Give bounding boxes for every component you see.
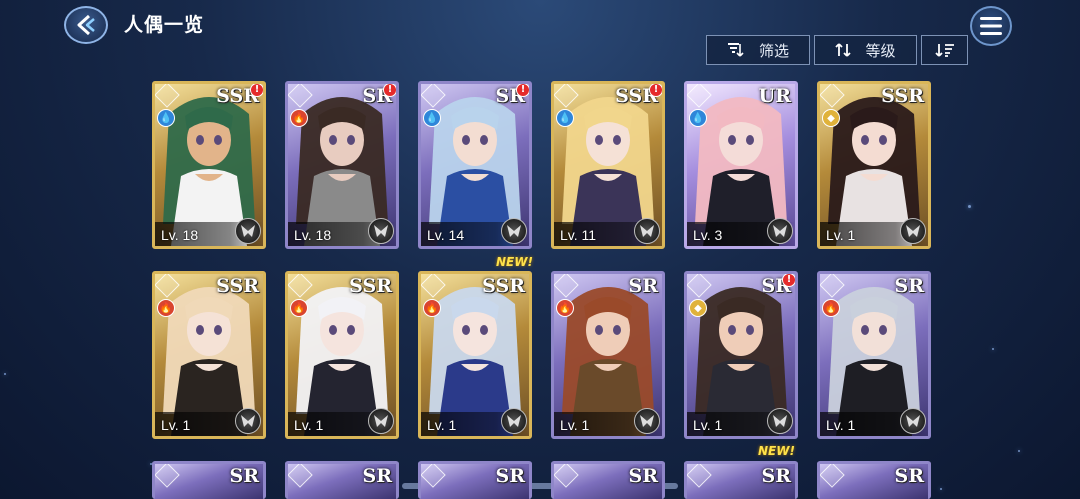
filter-icon bbox=[727, 43, 744, 57]
level-label: Lv. 14 bbox=[427, 227, 465, 243]
class-badge-icon bbox=[501, 408, 527, 434]
level-label: Lv. 1 bbox=[826, 227, 856, 243]
crest-icon bbox=[820, 464, 845, 488]
crest-icon bbox=[554, 464, 579, 488]
rarity-label: SSR bbox=[482, 275, 525, 297]
class-badge-icon bbox=[634, 218, 660, 244]
character-card[interactable]: ◆ SR ! Lv. 1 bbox=[684, 271, 798, 439]
character-card[interactable]: 💧 UR Lv. 3 bbox=[684, 81, 798, 249]
fire-element-icon: 🔥 bbox=[157, 299, 175, 317]
character-card[interactable]: SR bbox=[551, 461, 665, 499]
level-label: Lv. 1 bbox=[826, 417, 856, 433]
character-card[interactable]: 💧 SSR ! Lv. 11 bbox=[551, 81, 665, 249]
rarity-label: SSR bbox=[216, 275, 259, 297]
class-badge-icon bbox=[368, 408, 394, 434]
level-label: Lv. 1 bbox=[427, 417, 457, 433]
level-label: Lv. 18 bbox=[294, 227, 332, 243]
character-card[interactable]: ◆ SSR Lv. 1 bbox=[817, 81, 931, 249]
sort-level-button[interactable]: 等级 bbox=[814, 35, 917, 65]
water-element-icon: 💧 bbox=[556, 109, 574, 127]
new-tag: NEW! bbox=[758, 444, 795, 458]
page-title: 人偶一览 bbox=[124, 14, 205, 36]
level-label: Lv. 3 bbox=[693, 227, 723, 243]
hamburger-menu-icon bbox=[980, 17, 1002, 35]
rarity-label: SR bbox=[894, 275, 924, 297]
character-card[interactable]: 🔥 SR ! Lv. 18 bbox=[285, 81, 399, 249]
fire-element-icon: 🔥 bbox=[556, 299, 574, 317]
light-element-icon: ◆ bbox=[822, 109, 840, 127]
level-label: Lv. 1 bbox=[294, 417, 324, 433]
alert-icon: ! bbox=[250, 84, 263, 97]
character-card[interactable]: 🔥 SSR Lv. 1 bbox=[285, 271, 399, 439]
back-button[interactable] bbox=[64, 6, 108, 44]
character-card[interactable]: 🔥 SR Lv. 1 bbox=[551, 271, 665, 439]
menu-button[interactable] bbox=[970, 6, 1012, 46]
rarity-label: SR bbox=[628, 465, 658, 487]
rarity-label: SR bbox=[628, 275, 658, 297]
alert-icon: ! bbox=[383, 84, 396, 97]
rarity-label: SR bbox=[894, 465, 924, 487]
character-card[interactable]: 💧 SSR ! Lv. 18 bbox=[152, 81, 266, 249]
level-label: Lv. 1 bbox=[560, 417, 590, 433]
filter-label: 筛选 bbox=[758, 41, 789, 60]
character-card[interactable]: SR bbox=[684, 461, 798, 499]
character-card[interactable]: 💧 SR ! Lv. 14 bbox=[418, 81, 532, 249]
sort-order-button[interactable] bbox=[921, 35, 968, 65]
sort-order-icon bbox=[934, 44, 954, 57]
light-element-icon: ◆ bbox=[689, 299, 707, 317]
class-badge-icon bbox=[767, 218, 793, 244]
character-card[interactable]: SR bbox=[418, 461, 532, 499]
character-card[interactable]: 🔥 SR Lv. 1 bbox=[817, 271, 931, 439]
sort-label: 等级 bbox=[865, 41, 896, 60]
class-badge-icon bbox=[767, 408, 793, 434]
filter-button[interactable]: 筛选 bbox=[706, 35, 810, 65]
character-card[interactable]: SR bbox=[152, 461, 266, 499]
level-label: Lv. 11 bbox=[560, 227, 597, 243]
character-card[interactable]: SR bbox=[285, 461, 399, 499]
crest-icon bbox=[421, 464, 446, 488]
character-card[interactable]: 🔥 SSR Lv. 1 bbox=[152, 271, 266, 439]
class-badge-icon bbox=[501, 218, 527, 244]
alert-icon: ! bbox=[516, 84, 529, 97]
rarity-label: SR bbox=[362, 465, 392, 487]
new-tag: NEW! bbox=[496, 255, 533, 269]
class-badge-icon bbox=[235, 408, 261, 434]
character-card[interactable]: SR bbox=[817, 461, 931, 499]
class-badge-icon bbox=[235, 218, 261, 244]
class-badge-icon bbox=[900, 408, 926, 434]
crest-icon bbox=[687, 464, 712, 488]
fire-element-icon: 🔥 bbox=[822, 299, 840, 317]
crest-icon bbox=[288, 464, 313, 488]
level-label: Lv. 1 bbox=[693, 417, 723, 433]
class-badge-icon bbox=[634, 408, 660, 434]
alert-icon: ! bbox=[649, 84, 662, 97]
crest-icon bbox=[155, 464, 180, 488]
alert-icon: ! bbox=[782, 274, 795, 287]
back-arrow-icon bbox=[77, 14, 95, 36]
fire-element-icon: 🔥 bbox=[290, 299, 308, 317]
rarity-label: SSR bbox=[881, 85, 924, 107]
sort-arrows-icon bbox=[835, 43, 852, 57]
character-card[interactable]: 🔥 SSR Lv. 1 bbox=[418, 271, 532, 439]
fire-element-icon: 🔥 bbox=[290, 109, 308, 127]
level-label: Lv. 1 bbox=[161, 417, 191, 433]
rarity-label: SR bbox=[495, 465, 525, 487]
rarity-label: SR bbox=[761, 465, 791, 487]
rarity-label: SR bbox=[229, 465, 259, 487]
water-element-icon: 💧 bbox=[423, 109, 441, 127]
class-badge-icon bbox=[900, 218, 926, 244]
level-label: Lv. 18 bbox=[161, 227, 199, 243]
fire-element-icon: 🔥 bbox=[423, 299, 441, 317]
water-element-icon: 💧 bbox=[157, 109, 175, 127]
rarity-label: UR bbox=[758, 85, 791, 107]
class-badge-icon bbox=[368, 218, 394, 244]
water-element-icon: 💧 bbox=[689, 109, 707, 127]
rarity-label: SSR bbox=[349, 275, 392, 297]
